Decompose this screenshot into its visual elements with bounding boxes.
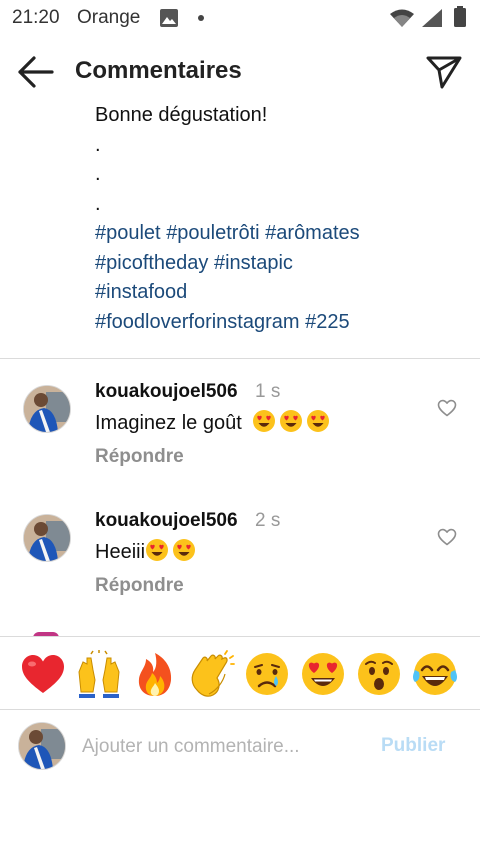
heart-eyes-emoji: [307, 410, 330, 432]
heart-eyes-emoji: [173, 539, 196, 561]
post-caption: Bonne dégustation! . . . #poulet #poulet…: [95, 101, 465, 337]
image-icon: [160, 9, 178, 27]
header: Commentaires: [0, 40, 480, 104]
page-title: Commentaires: [75, 57, 242, 84]
hashtag-line: #picoftheday #instapic: [95, 249, 465, 279]
caption-line: Bonne dégustation!: [95, 104, 268, 126]
quick-reactions-bar: [0, 637, 480, 709]
tears-of-joy-emoji[interactable]: [411, 650, 459, 698]
hashtag-link[interactable]: #pouletrôti: [166, 222, 259, 244]
astonished-face-emoji[interactable]: [355, 650, 403, 698]
status-carrier: Orange: [77, 7, 141, 28]
hashtag-line: #instafood: [95, 278, 465, 308]
heart-outline-icon[interactable]: [437, 527, 457, 547]
status-time: 21:20: [12, 7, 60, 28]
post-button[interactable]: Publier: [381, 735, 445, 757]
comment-text: Heeiii: [95, 541, 146, 563]
heart-eyes-emoji: [280, 410, 303, 432]
battery-icon: [454, 6, 466, 27]
caption-line: .: [95, 163, 101, 185]
comment-username[interactable]: kouakoujoel506: [95, 510, 238, 532]
hashtag-link[interactable]: #poulet: [95, 222, 161, 244]
caption-line: .: [95, 192, 101, 215]
reply-button[interactable]: Répondre: [95, 575, 184, 597]
wifi-icon: [390, 9, 414, 27]
caption-divider: [0, 358, 480, 359]
comment-username[interactable]: kouakoujoel506: [95, 381, 238, 403]
hashtag-link[interactable]: #picoftheday: [95, 252, 208, 274]
comment-text-row: Heeiii: [95, 538, 199, 564]
heart-eyes-emoji[interactable]: [299, 650, 347, 698]
hashtag-line: #foodloverforinstagram #225: [95, 308, 465, 338]
caption-line: .: [95, 133, 101, 156]
heart-outline-icon[interactable]: [437, 398, 457, 418]
heart-eyes-emoji: [253, 410, 276, 432]
comment-time: 2 s: [255, 510, 281, 531]
hashtag-link[interactable]: #instafood: [95, 281, 187, 303]
comment-time: 1 s: [255, 381, 281, 402]
fire-emoji[interactable]: [131, 650, 179, 698]
comment-text: Imaginez le goût: [95, 412, 242, 434]
dot-icon: [198, 15, 204, 21]
red-heart-emoji[interactable]: [19, 650, 67, 698]
signal-icon: [422, 9, 442, 27]
hashtag-line: #poulet #pouletrôti #arômates: [95, 219, 465, 249]
raising-hands-emoji[interactable]: [75, 650, 123, 698]
crying-face-emoji[interactable]: [243, 650, 291, 698]
hashtag-link[interactable]: #instapic: [214, 252, 293, 274]
comment-text-row: Imaginez le goût: [95, 409, 333, 435]
avatar: [18, 722, 66, 770]
comment-input[interactable]: [82, 732, 362, 762]
comment-item: kouakoujoel506 2 s Heeiii Répondre: [0, 510, 480, 614]
avatar[interactable]: [23, 385, 71, 433]
hashtag-link[interactable]: #225: [305, 311, 350, 333]
hashtag-link[interactable]: #arômates: [265, 222, 360, 244]
clapping-hands-emoji[interactable]: [187, 650, 235, 698]
hashtag-link[interactable]: #foodloverforinstagram: [95, 311, 300, 333]
avatar[interactable]: [23, 514, 71, 562]
comment-item: kouakoujoel506 1 s Imaginez le goût Répo…: [0, 381, 480, 485]
arrow-left-icon[interactable]: [16, 54, 56, 90]
heart-eyes-emoji: [146, 539, 169, 561]
reply-button[interactable]: Répondre: [95, 446, 184, 468]
status-bar: 21:20 Orange: [0, 0, 480, 36]
comment-composer: Publier: [0, 710, 480, 786]
send-icon[interactable]: [424, 52, 464, 92]
